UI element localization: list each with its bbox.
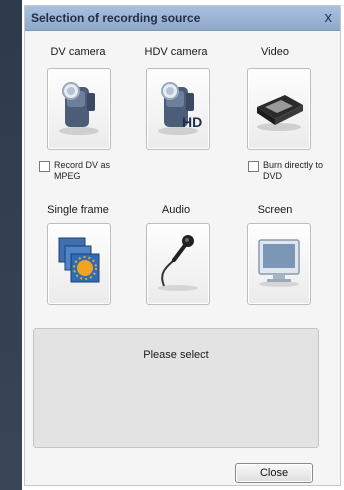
hd-badge: HD xyxy=(182,114,202,130)
burn-directly-to-dvd-checkbox[interactable] xyxy=(248,161,259,172)
hdv-camera-button[interactable]: HD xyxy=(146,68,210,150)
dialog-titlebar: Selection of recording source x xyxy=(25,6,340,31)
monitor-icon xyxy=(258,239,300,287)
dv-camera-label: DV camera xyxy=(50,46,106,58)
record-dv-as-mpeg-label: Record DV as MPEG xyxy=(54,160,111,181)
status-panel: Please select xyxy=(33,328,319,448)
screen-label: Screen xyxy=(257,204,293,216)
hdv-camera-icon: HD xyxy=(158,82,202,135)
screen-button[interactable] xyxy=(247,223,311,305)
audio-button[interactable] xyxy=(146,223,210,305)
vhs-tape-icon xyxy=(257,95,303,131)
close-button[interactable]: Close xyxy=(235,463,313,483)
dv-camera-button[interactable] xyxy=(47,68,111,150)
recording-source-dialog: Selection of recording source x DV camer… xyxy=(24,5,341,486)
microphone-icon xyxy=(158,235,198,291)
video-button[interactable] xyxy=(247,68,311,150)
background-window-edge xyxy=(0,0,22,490)
single-frame-button[interactable] xyxy=(47,223,111,305)
video-label: Video xyxy=(261,46,289,58)
close-icon[interactable]: x xyxy=(325,9,333,26)
status-text: Please select xyxy=(143,349,209,361)
dv-camera-icon xyxy=(59,82,99,135)
record-dv-as-mpeg-checkbox[interactable] xyxy=(39,161,50,172)
hdv-camera-label: HDV camera xyxy=(144,46,208,58)
single-frame-icon xyxy=(58,237,100,283)
single-frame-label: Single frame xyxy=(47,204,109,216)
dialog-title: Selection of recording source xyxy=(31,11,201,25)
audio-label: Audio xyxy=(161,204,191,216)
burn-directly-to-dvd-label: Burn directly to DVD xyxy=(263,160,324,181)
